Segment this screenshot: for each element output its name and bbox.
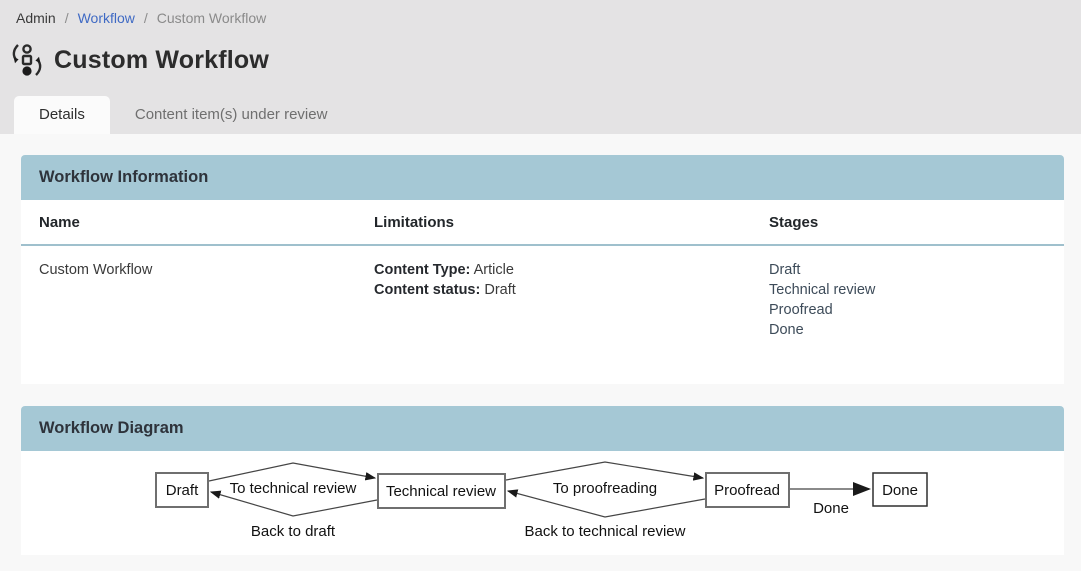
column-header-stages: Stages [751, 200, 1064, 244]
stage-item: Draft [769, 260, 1054, 280]
column-header-name: Name [21, 200, 356, 244]
tab-strip: Details Content item(s) under review [0, 94, 1081, 134]
workflow-icon [10, 42, 44, 78]
node-technical-review-label: Technical review [386, 483, 496, 500]
page-title-row: Custom Workflow [0, 30, 1081, 94]
workflow-limitations-value: Content Type: Article Content status: Dr… [356, 246, 751, 384]
workflow-information-card: Workflow Information Name Limitations St… [21, 155, 1064, 384]
transition-label-to-proofreading: To proofreading [553, 480, 657, 497]
workflow-stages-value: Draft Technical review Proofread Done [751, 246, 1064, 384]
breadcrumb-item-workflow[interactable]: Workflow [78, 10, 135, 26]
transition-label-done: Done [813, 500, 849, 517]
workflow-information-body: Name Limitations Stages Custom Workflow … [21, 200, 1064, 384]
limitation-content-type: Content Type: Article [374, 260, 741, 280]
page-title: Custom Workflow [54, 46, 269, 75]
node-done-label: Done [882, 482, 918, 499]
breadcrumb-item-admin: Admin [16, 10, 56, 26]
table-row: Custom Workflow Content Type: Article Co… [21, 246, 1064, 384]
edge-to-proofreading [506, 462, 703, 480]
app-header: Admin / Workflow / Custom Workflow Custo… [0, 0, 1081, 134]
limitation-label: Content status: [374, 282, 480, 298]
stage-item: Done [769, 320, 1054, 340]
tab-details[interactable]: Details [14, 96, 110, 134]
transition-label-to-technical-review: To technical review [230, 480, 357, 497]
workflow-diagram-title: Workflow Diagram [39, 419, 1046, 438]
breadcrumb-separator: / [144, 10, 148, 26]
node-draft-label: Draft [166, 482, 199, 499]
column-header-limitations: Limitations [356, 200, 751, 244]
edge-to-technical-review [209, 463, 375, 481]
limitation-value: Draft [480, 282, 515, 298]
stage-item: Proofread [769, 300, 1054, 320]
breadcrumb-separator: / [65, 10, 69, 26]
breadcrumb-item-current: Custom Workflow [157, 10, 266, 26]
stage-item: Technical review [769, 280, 1054, 300]
limitation-content-status: Content status: Draft [374, 280, 741, 300]
breadcrumb: Admin / Workflow / Custom Workflow [0, 0, 1081, 30]
stages-list: Draft Technical review Proofread Done [769, 260, 1054, 340]
workflow-diagram-header: Workflow Diagram [21, 406, 1064, 451]
workflow-information-title: Workflow Information [39, 168, 1046, 187]
transition-label-back-to-draft: Back to draft [251, 523, 336, 540]
tab-content-items-under-review[interactable]: Content item(s) under review [110, 96, 353, 134]
workflow-name-value: Custom Workflow [21, 246, 356, 384]
limitation-label: Content Type: [374, 262, 470, 278]
limitation-value: Article [470, 262, 514, 278]
workflow-information-header: Workflow Information [21, 155, 1064, 200]
transition-label-back-to-technical-review: Back to technical review [525, 523, 686, 540]
node-proofread-label: Proofread [714, 482, 780, 499]
workflow-diagram-body: Draft Technical review Proofread Done To… [21, 451, 1064, 555]
workflow-diagram-card: Workflow Diagram Draft [21, 406, 1064, 555]
main-content: Workflow Information Name Limitations St… [0, 134, 1081, 571]
workflow-diagram-graphic: Draft Technical review Proofread Done To… [21, 451, 1064, 555]
table-header-row: Name Limitations Stages [21, 200, 1064, 246]
